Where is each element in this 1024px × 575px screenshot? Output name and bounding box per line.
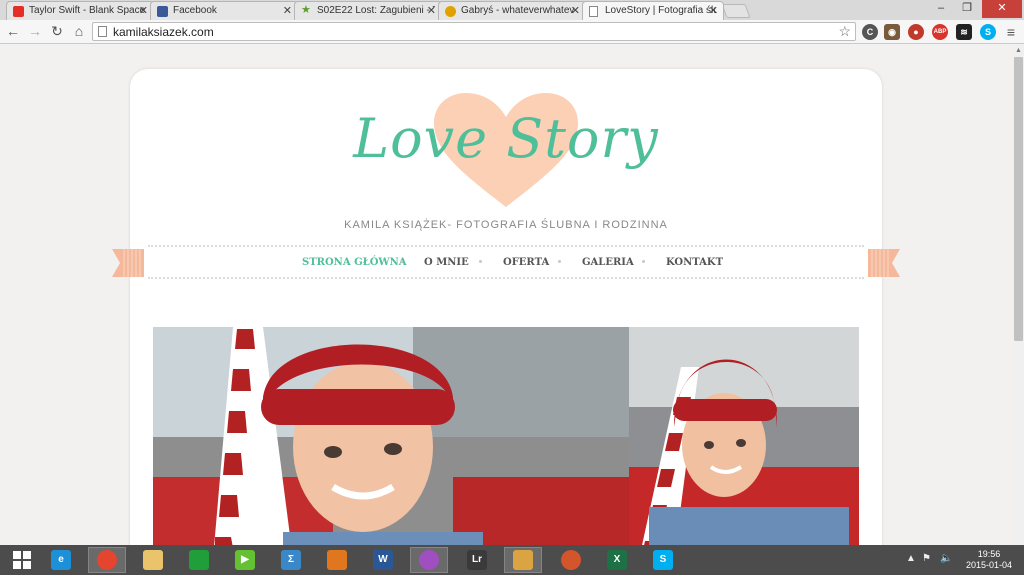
page-scrollbar[interactable]: ▲ <box>1013 45 1024 545</box>
home-icon[interactable]: ⌂ <box>70 23 88 41</box>
taskbar-app-word[interactable]: W <box>364 547 402 573</box>
nav-item-gallery[interactable]: GALERIA <box>582 257 634 268</box>
circle-icon <box>445 6 456 17</box>
address-bar[interactable]: kamilaksiazek.com ☆ <box>92 22 856 41</box>
paint-icon <box>513 550 533 570</box>
start-button[interactable] <box>4 547 40 573</box>
word-icon: W <box>373 550 393 570</box>
nav-separator <box>479 260 482 263</box>
taskbar-app-store[interactable] <box>180 547 218 573</box>
maximize-button[interactable]: ❐ <box>954 0 980 18</box>
tab-strip: Taylor Swift - Blank Space ✕ Facebook ✕ … <box>0 0 1024 20</box>
extension-c-icon[interactable]: C <box>862 24 878 40</box>
page-container: Love Story KAMILA KSIĄŻEK- FOTOGRAFIA ŚL… <box>112 69 900 545</box>
tab-gabrys[interactable]: Gabryś - whateverwhatev ✕ <box>438 1 586 20</box>
page-viewport: Love Story KAMILA KSIĄŻEK- FOTOGRAFIA ŚL… <box>0 45 1013 545</box>
taskbar-app-video[interactable] <box>318 547 356 573</box>
file-explorer-icon <box>143 550 163 570</box>
reload-icon[interactable]: ↻ <box>48 23 66 41</box>
tab-title: Facebook <box>173 5 217 16</box>
nav-separator <box>558 260 561 263</box>
math-icon: Σ <box>281 550 301 570</box>
hero-photo-child-small[interactable] <box>629 327 859 545</box>
ribbon-left-icon <box>112 249 144 277</box>
adblock-icon[interactable]: ABP <box>932 24 948 40</box>
tab-title: Taylor Swift - Blank Space <box>29 5 146 16</box>
close-tab-icon[interactable]: ✕ <box>571 4 580 17</box>
clock-time: 19:56 <box>977 549 1001 559</box>
ribbon-right-icon <box>868 249 900 277</box>
close-tab-icon[interactable]: ✕ <box>139 4 148 17</box>
taskbar-app-file-explorer[interactable] <box>134 547 172 573</box>
excel-icon: X <box>607 550 627 570</box>
minimize-button[interactable]: – <box>928 0 954 18</box>
nav-item-home[interactable]: STRONA GŁÓWNA <box>302 257 407 268</box>
media-player-icon: ▶ <box>235 550 255 570</box>
tray-chevron-icon[interactable]: ▲ <box>906 553 916 564</box>
system-clock[interactable]: 19:56 2015-01-04 <box>962 549 1016 571</box>
store-icon <box>189 550 209 570</box>
taskbar-app-math[interactable]: Σ <box>272 547 310 573</box>
taskbar-app-media-player[interactable]: ▶ <box>226 547 264 573</box>
sync-icon <box>561 550 581 570</box>
url-text: kamilaksiazek.com <box>113 25 214 39</box>
browser-toolbar: ← → ↻ ⌂ kamilaksiazek.com ☆ C ◉ ● ABP ≋ … <box>0 20 1024 44</box>
main-navigation: STRONA GŁÓWNA O MNIE OFERTA GALERIA KONT… <box>148 245 864 279</box>
tab-lovestory[interactable]: LoveStory | Fotografia ślub ✕ <box>582 1 724 20</box>
tab-title: LoveStory | Fotografia ślub <box>605 5 717 16</box>
taskbar-app-skype[interactable]: S <box>644 547 682 573</box>
page-icon <box>98 26 107 37</box>
nav-item-offer[interactable]: OFERTA <box>503 257 549 268</box>
skype-icon: S <box>653 550 673 570</box>
flag-icon[interactable]: ⚑ <box>922 553 931 564</box>
extension-red-icon[interactable]: ● <box>908 24 924 40</box>
tab-title: S02E22 Lost: Zagubieni - T <box>317 5 435 16</box>
tab-facebook[interactable]: Facebook ✕ <box>150 1 298 20</box>
close-window-button[interactable]: ✕ <box>982 0 1022 18</box>
taskbar-app-paint[interactable] <box>504 547 542 573</box>
nav-separator <box>400 260 403 263</box>
scrollbar-thumb[interactable] <box>1014 57 1023 341</box>
site-logo[interactable]: Love Story <box>130 107 882 170</box>
tab-lost[interactable]: ★ S02E22 Lost: Zagubieni - T ✕ <box>294 1 442 20</box>
tab-taylor-swift[interactable]: Taylor Swift - Blank Space ✕ <box>6 1 154 20</box>
close-tab-icon[interactable]: ✕ <box>283 4 292 17</box>
wifi-icon[interactable]: ≋ <box>956 24 972 40</box>
nav-separator <box>642 260 645 263</box>
taskbar-app-chrome[interactable] <box>88 547 126 573</box>
hero-photo-child-large[interactable] <box>153 327 629 545</box>
clock-date: 2015-01-04 <box>965 560 1013 570</box>
close-tab-icon[interactable]: ✕ <box>427 4 436 17</box>
back-icon[interactable]: ← <box>4 23 22 41</box>
facebook-icon <box>157 6 168 17</box>
lightroom-icon: Lr <box>467 550 487 570</box>
picasa-icon <box>419 550 439 570</box>
new-tab-button[interactable] <box>721 4 751 18</box>
taskbar-app-ie[interactable]: e <box>42 547 80 573</box>
windows-logo-icon <box>13 551 31 569</box>
forward-icon[interactable]: → <box>26 23 44 41</box>
star-icon: ★ <box>301 4 311 16</box>
taskbar-app-sync[interactable] <box>552 547 590 573</box>
youtube-icon <box>13 6 24 17</box>
bookmark-star-icon[interactable]: ☆ <box>838 23 851 40</box>
taskbar-app-excel[interactable]: X <box>598 547 636 573</box>
skype-icon[interactable]: S <box>980 24 996 40</box>
site-tagline: KAMILA KSIĄŻEK- FOTOGRAFIA ŚLUBNA I RODZ… <box>344 219 668 231</box>
tab-title: Gabryś - whateverwhatev <box>461 5 575 16</box>
nav-item-contact[interactable]: KONTAKT <box>666 257 723 268</box>
chrome-icon <box>97 550 117 570</box>
volume-icon[interactable]: 🔈 <box>940 553 952 564</box>
page-icon <box>589 6 598 17</box>
ie-icon: e <box>51 550 71 570</box>
taskbar-app-picasa[interactable] <box>410 547 448 573</box>
nav-item-about[interactable]: O MNIE <box>424 257 469 268</box>
taskbar-app-lightroom[interactable]: Lr <box>458 547 496 573</box>
instagram-icon[interactable]: ◉ <box>884 24 900 40</box>
close-tab-icon[interactable]: ✕ <box>709 4 718 17</box>
menu-icon[interactable]: ≡ <box>1004 24 1018 40</box>
windows-taskbar: e ▶ Σ W Lr X S ▲ ⚑ 🔈 19:56 2015-01-04 <box>0 545 1024 575</box>
scroll-up-icon[interactable]: ▲ <box>1014 46 1023 55</box>
video-icon <box>327 550 347 570</box>
